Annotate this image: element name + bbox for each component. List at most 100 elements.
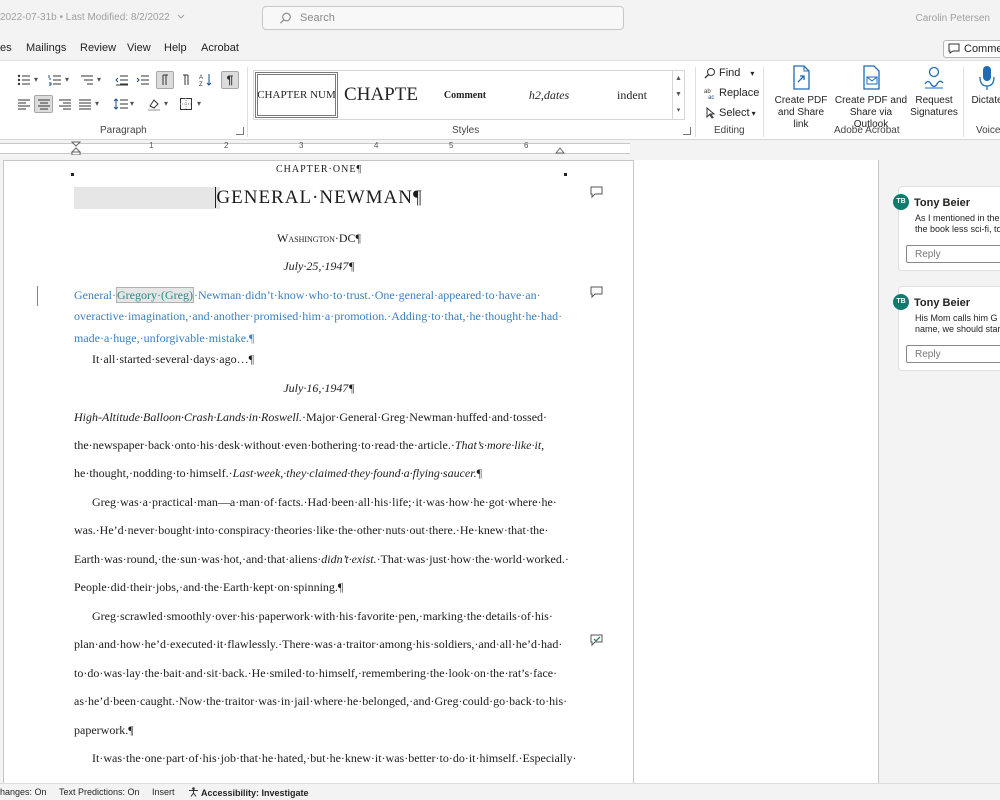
style-chapter-title[interactable]: CHAPTE [340,72,422,118]
dictate-label: Dictate [971,95,1000,106]
borders-icon[interactable] [178,97,194,111]
align-center-icon[interactable] [34,95,53,113]
numbering-icon[interactable] [47,73,63,87]
chevron-down-icon[interactable]: ▾ [164,99,168,108]
ruler-number: 4 [374,141,379,150]
request-signatures-button[interactable]: Request Signatures [910,65,958,119]
comment-text-line: the book less sci-fi, to [915,224,1000,234]
track-changes-status[interactable]: hanges: On [0,787,47,797]
change-bar [37,286,38,306]
text-predictions-status[interactable]: Text Predictions: On [59,787,140,797]
create-pdf-outlook-button[interactable]: Create PDF and Share via Outlook [834,65,908,131]
search-icon [280,12,291,24]
chevron-down-icon[interactable]: ▾ [65,75,69,84]
tab-view[interactable]: View [127,42,151,54]
show-formatting-marks-icon[interactable]: ¶ [221,71,239,89]
ltr-direction-icon[interactable] [156,71,174,89]
rtl-direction-icon[interactable] [178,73,194,87]
align-right-icon[interactable] [58,97,72,111]
tab-help[interactable]: Help [164,42,187,54]
search-placeholder: Search [300,12,335,24]
replace-label: Replace [719,87,760,99]
dictate-button[interactable]: Dictate [967,65,1000,107]
document-name: 2022-07-31b [0,12,57,23]
select-button[interactable]: Select ▾ [704,106,756,119]
document-title[interactable]: 2022-07-31b • Last Modified: 8/2/2022 [0,12,185,23]
chevron-down-icon: ▾ [750,69,755,78]
comment-marker-icon[interactable] [590,186,604,199]
styles-dialog-launcher-icon[interactable] [683,127,691,135]
signature-icon [924,66,944,89]
chevron-down-icon[interactable]: ▾ [97,75,101,84]
style-chapter-number[interactable]: CHAPTER NUM [255,72,338,118]
left-indent-marker[interactable] [70,141,82,156]
chapter-title: GENERAL·NEWMAN¶ [74,187,564,209]
tab-mailings[interactable]: Mailings [26,42,66,54]
comment-marker-icon[interactable] [590,286,604,299]
decrease-indent-icon[interactable] [114,73,130,87]
comments-button[interactable]: Comments [943,40,1000,58]
tab-acrobat[interactable]: Acrobat [201,42,239,54]
paragraph-dialog-launcher-icon[interactable] [236,127,244,135]
word-window: 2022-07-31b • Last Modified: 8/2/2022 Se… [0,0,1000,800]
find-label: Find [719,67,741,79]
style-h2-dates[interactable]: h2,dates [508,72,590,118]
right-indent-marker[interactable] [554,144,566,154]
line-spacing-icon[interactable] [113,97,129,111]
multilevel-list-icon[interactable] [79,73,95,87]
horizontal-ruler[interactable]: 1 2 3 4 5 6 [0,140,1000,157]
reply-input[interactable]: Reply [906,245,1000,263]
avatar: TB [893,194,909,210]
paragraph-5-line-5: paperwork.¶ [74,723,134,737]
comments-button-label: Comments [964,43,1000,55]
bullets-icon[interactable] [16,73,32,87]
request-signatures-label-1: Request [915,95,953,106]
user-name[interactable]: Carolin Petersen [916,13,990,24]
accessibility-status[interactable]: Accessibility: Investigate [188,787,309,798]
create-pdf-share-link-button[interactable]: Create PDF and Share link [770,65,832,131]
group-label-voice: Voice [976,125,1000,136]
styles-gallery-scroll[interactable]: ▲ ▼ ▾ [672,71,684,119]
svg-text:ac: ac [708,95,714,99]
reply-input[interactable]: Reply [906,345,1000,363]
replace-button[interactable]: ab ac Replace [704,87,760,101]
comment-resolved-icon[interactable] [590,634,604,647]
chevron-up-icon[interactable]: ▲ [673,71,684,87]
justify-icon[interactable] [78,97,92,111]
chevron-down-icon[interactable]: ▼ [673,87,684,103]
chapter-title-text: GENERAL·NEWMAN¶ [215,187,423,208]
chevron-down-icon[interactable]: ▾ [34,75,38,84]
align-left-icon[interactable] [17,97,31,111]
ruler-number: 6 [524,141,529,150]
group-label-editing: Editing [714,125,745,136]
style-indent[interactable]: indent [592,72,672,118]
create-pdf-label-1: Create PDF [774,95,828,106]
shading-icon[interactable] [146,97,162,111]
insert-mode-status[interactable]: Insert [152,787,175,797]
title-bar: 2022-07-31b • Last Modified: 8/2/2022 Se… [0,0,1000,38]
chevron-down-icon[interactable]: ▾ [95,99,99,108]
page-right-area [634,160,879,800]
find-button[interactable]: Find ▾ [704,67,754,79]
search-box[interactable]: Search [262,6,624,30]
tab-references[interactable]: es [0,42,12,54]
sort-icon[interactable]: AZ [198,73,214,87]
ribbon: ▾ ▾ ▾ AZ ¶ ▾ ▾ ▾ ▾ Paragraph CHAPTER NUM… [0,60,1000,140]
ribbon-tabs: es Mailings Review View Help Acrobat [0,38,1000,60]
more-icon[interactable]: ▾ [673,103,684,119]
chevron-down-icon[interactable]: ▾ [197,99,201,108]
svg-text:Z: Z [199,82,203,87]
comment-text-line: As I mentioned in the [915,213,1000,223]
comment-text-line: His Mom calls him G [915,313,998,323]
replace-icon: abac [704,89,714,101]
increase-indent-icon[interactable] [135,73,151,87]
create-pdf-label-2: and Share link [777,107,825,130]
paragraph-3-line-2: the·newspaper·back·onto·his·desk·without… [74,438,545,452]
comment-author: Tony Beier [914,297,971,309]
comment-author: Tony Beier [914,197,971,209]
tab-review[interactable]: Review [80,42,116,54]
style-comment[interactable]: Comment [424,72,506,118]
ruler-number: 1 [149,141,154,150]
chevron-down-icon[interactable]: ▾ [130,99,134,108]
select-label: Select [719,107,750,119]
